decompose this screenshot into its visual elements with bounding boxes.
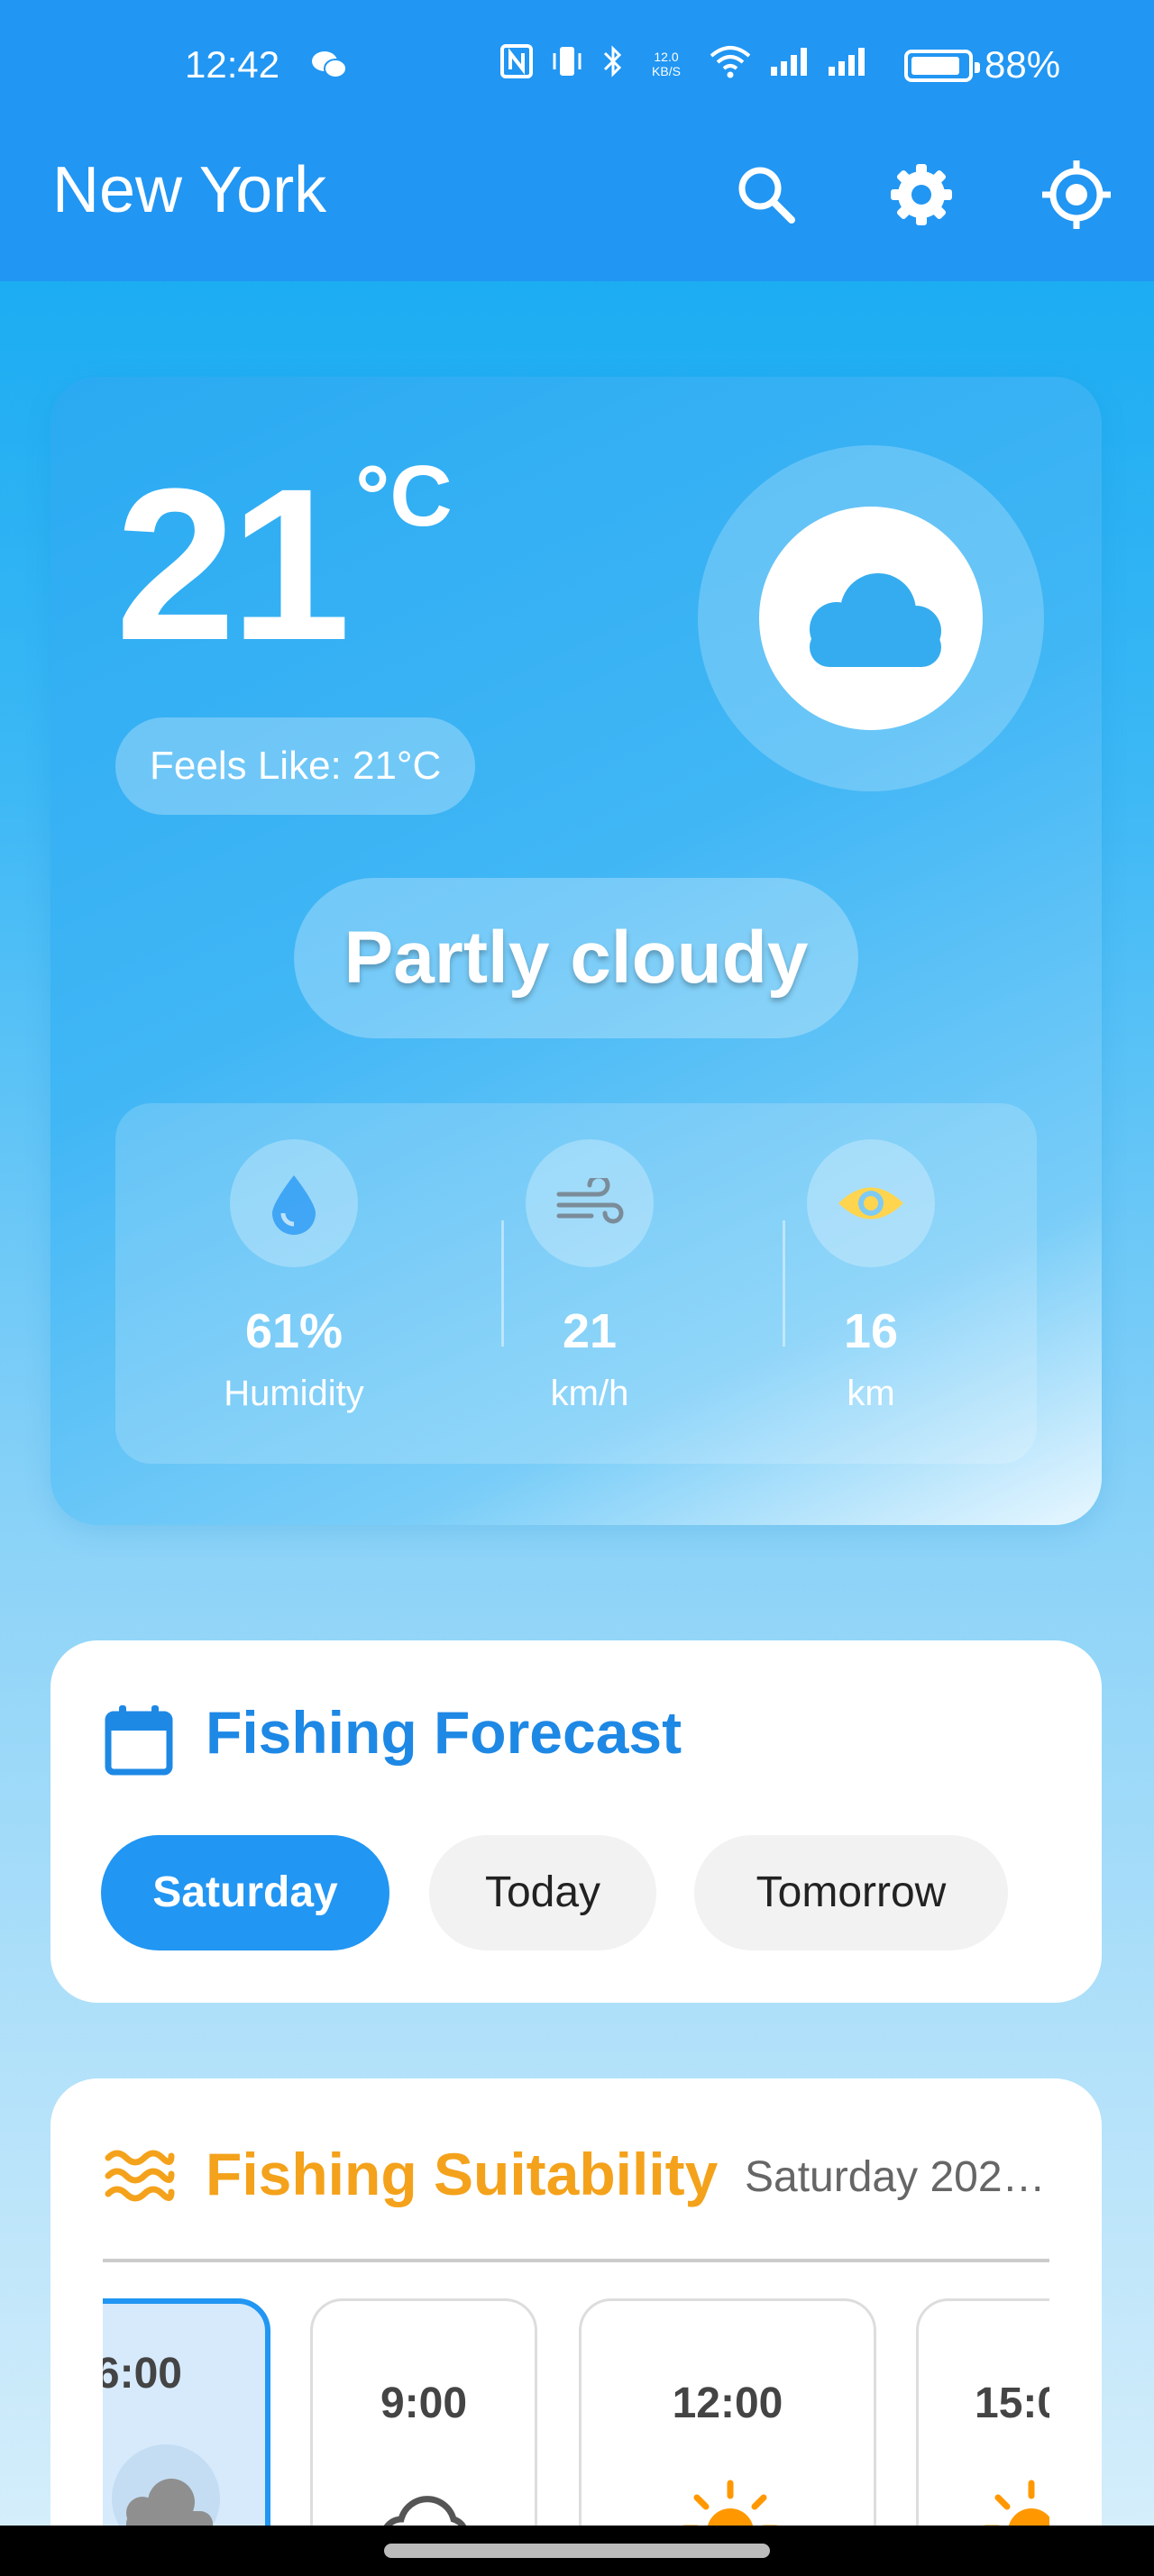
my-location-icon xyxy=(1042,160,1111,229)
weather-icon-circle xyxy=(759,507,983,730)
app-bar: New York xyxy=(0,135,1154,281)
cloud-icon xyxy=(810,573,941,667)
net-speed: 12.0 KB/S xyxy=(652,49,681,78)
vibrate-icon xyxy=(549,44,585,83)
tab-today[interactable]: Today xyxy=(429,1835,656,1950)
visibility-value: 16 xyxy=(843,1304,899,1358)
fishing-suitability-title: Fishing Suitability xyxy=(206,2141,719,2207)
humidity-label: Humidity xyxy=(224,1374,364,1413)
status-time: 12:42 xyxy=(185,43,280,86)
search-button[interactable] xyxy=(730,159,802,231)
weather-stats-panel: 61% Humidity 21 km/h 16 km xyxy=(115,1103,1037,1464)
battery-percent: 88% xyxy=(985,43,1061,86)
hour-time: 6:00 xyxy=(103,2350,182,2398)
water-drop-icon xyxy=(272,1175,316,1235)
weather-icon-halo xyxy=(698,445,1044,791)
wind-value: 21 xyxy=(562,1304,618,1358)
divider xyxy=(103,2259,1049,2262)
condition-badge: Partly cloudy xyxy=(294,878,858,1038)
city-title: New York xyxy=(52,154,327,226)
visibility-unit: km xyxy=(847,1374,895,1413)
wifi-icon xyxy=(708,43,753,84)
settings-button[interactable] xyxy=(885,159,957,231)
status-bar: 12:42 12.0 KB/S 88% xyxy=(0,0,1154,135)
humidity-value: 61% xyxy=(244,1304,343,1358)
cloud-icon xyxy=(112,2444,220,2529)
wind-unit: km/h xyxy=(550,1374,629,1413)
settings-gear-icon xyxy=(891,164,952,225)
temperature-unit: °C xyxy=(355,448,453,544)
fishing-forecast-title: Fishing Forecast xyxy=(206,1699,682,1766)
signal-icon xyxy=(827,45,868,82)
eye-icon xyxy=(838,1187,903,1219)
waves-icon xyxy=(105,2150,175,2202)
feels-like-badge: Feels Like: 21°C xyxy=(115,717,476,815)
hour-time: 15:0 xyxy=(975,2380,1049,2427)
battery-icon xyxy=(904,50,980,82)
battery-level-fill xyxy=(911,57,959,75)
signal-icon xyxy=(769,45,811,82)
home-gesture-handle[interactable] xyxy=(384,2544,770,2558)
humidity-stat: 61% Humidity xyxy=(177,1139,411,1414)
system-nav-bar xyxy=(0,2526,1154,2576)
suitability-date: Saturday 202… xyxy=(745,2153,1046,2201)
visibility-stat: 16 km xyxy=(754,1139,988,1414)
nfc-icon xyxy=(500,44,533,83)
fishing-suitability-card: Fishing Suitability Saturday 202… 6:00 9… xyxy=(50,2078,1102,2576)
hour-time: 12:00 xyxy=(672,2380,783,2427)
calendar-icon xyxy=(105,1705,173,1776)
wind-icon xyxy=(556,1178,624,1224)
current-weather-card: 21 °C Feels Like: 21°C Partly cloudy 61%… xyxy=(50,377,1102,1525)
tab-tomorrow[interactable]: Tomorrow xyxy=(694,1835,1008,1950)
wind-stat: 21 km/h xyxy=(472,1139,707,1414)
wechat-icon xyxy=(311,50,347,80)
search-icon xyxy=(738,167,795,224)
fishing-forecast-card: Fishing Forecast Saturday Today Tomorrow xyxy=(50,1640,1102,2003)
status-icons: 12.0 KB/S xyxy=(500,43,868,84)
temperature: 21 xyxy=(115,443,351,685)
hour-time: 9:00 xyxy=(380,2380,468,2427)
my-location-button[interactable] xyxy=(1040,159,1113,231)
bluetooth-icon xyxy=(601,43,625,84)
tab-saturday[interactable]: Saturday xyxy=(101,1835,389,1950)
